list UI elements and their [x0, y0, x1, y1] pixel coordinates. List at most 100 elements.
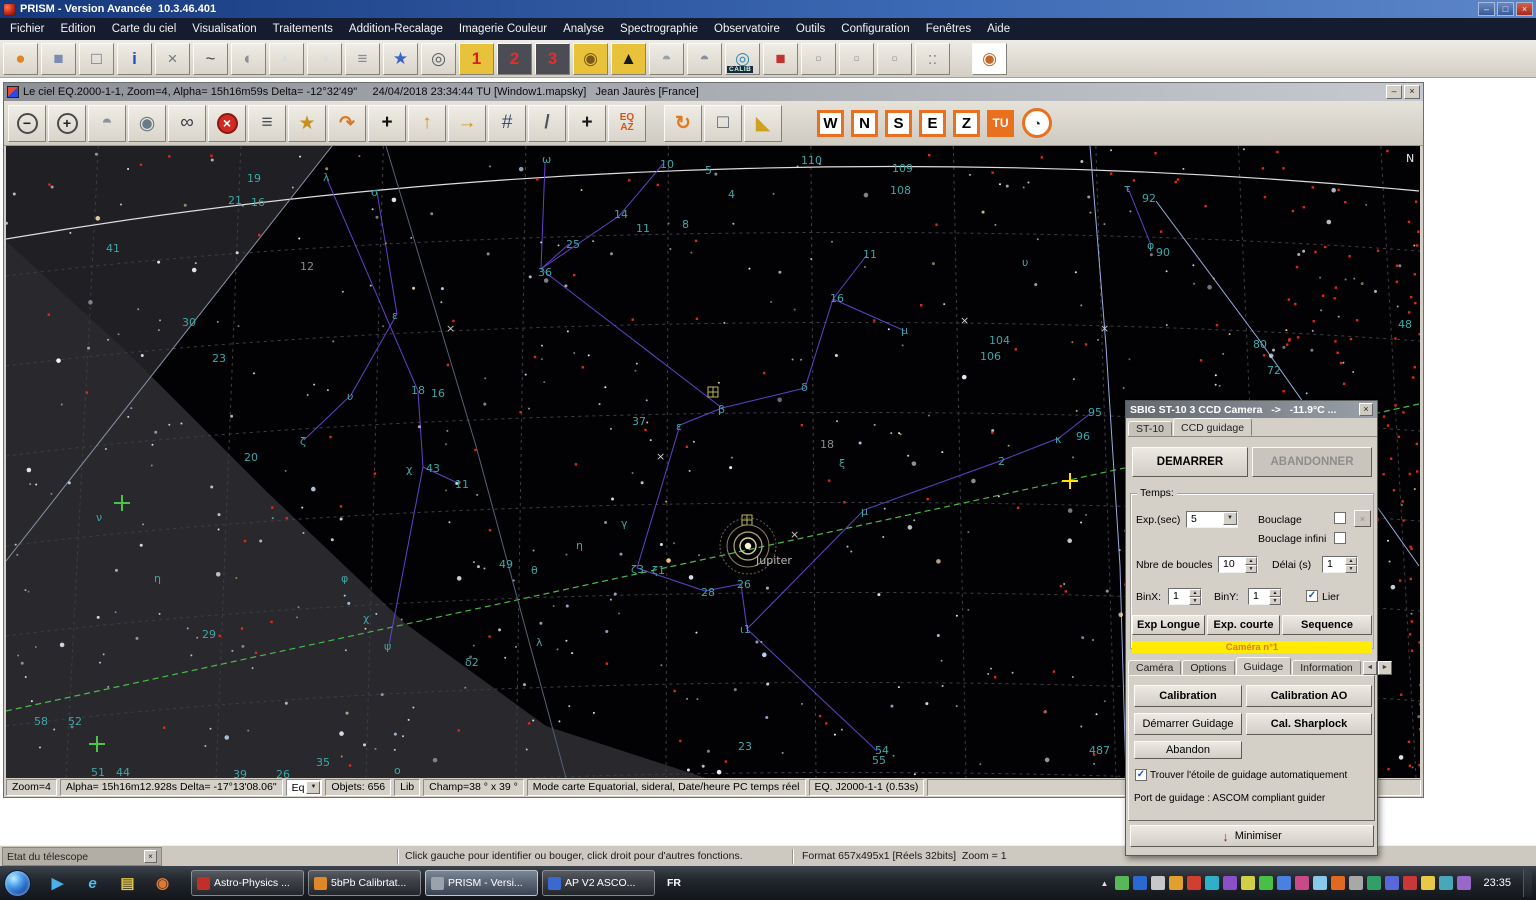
zoom-out-button[interactable]: −: [8, 105, 46, 142]
exposure-select[interactable]: 5 ▼: [1186, 511, 1238, 528]
language-indicator[interactable]: FR: [659, 873, 689, 893]
menu-imagerie-couleur[interactable]: Imagerie Couleur: [451, 18, 555, 40]
zoom-star-button[interactable]: ★: [383, 43, 418, 75]
bouclage-close-button[interactable]: ×: [1354, 510, 1371, 527]
tray-icon[interactable]: [1439, 876, 1453, 890]
menu-aide[interactable]: Aide: [979, 18, 1018, 40]
remove-button[interactable]: ×: [208, 105, 246, 142]
compass-e-button[interactable]: E: [919, 110, 946, 137]
star-pointer-button[interactable]: ★: [288, 105, 326, 142]
center-cross-button[interactable]: +: [368, 105, 406, 142]
delai-spinner[interactable]: 1 ▲▼: [1322, 556, 1358, 573]
red-drive-button[interactable]: ■: [763, 43, 798, 75]
exp-longue-button[interactable]: Exp Longue: [1132, 615, 1205, 635]
time-tu-button[interactable]: TU: [987, 110, 1014, 137]
curves-button[interactable]: ~: [193, 43, 228, 75]
slew-up-button[interactable]: ↑: [408, 105, 446, 142]
browser-launcher[interactable]: ◉: [150, 871, 175, 896]
tray-icon[interactable]: [1223, 876, 1237, 890]
nbre-boucles-spinner[interactable]: 10 ▲▼: [1218, 556, 1258, 573]
copy-display-button[interactable]: □: [79, 43, 114, 75]
calibration-ao-button[interactable]: Calibration AO: [1246, 685, 1372, 707]
camera2-button[interactable]: 2: [497, 43, 532, 75]
set-square-button[interactable]: ◣: [744, 105, 782, 142]
menu-outils[interactable]: Outils: [788, 18, 833, 40]
moon-left-button[interactable]: ◐: [269, 43, 304, 75]
minimize-button[interactable]: –: [1478, 2, 1495, 16]
tray-icon[interactable]: [1205, 876, 1219, 890]
tray-icon[interactable]: [1349, 876, 1363, 890]
save-button[interactable]: ■: [41, 43, 76, 75]
binx-spinner[interactable]: 1 ▲▼: [1168, 588, 1202, 605]
media-player-launcher[interactable]: ▶: [45, 871, 70, 896]
minimiser-button[interactable]: ↓ Minimiser: [1130, 825, 1374, 847]
telescope-state-tab[interactable]: Etat du télescope ×: [2, 847, 162, 866]
refresh-button[interactable]: ↻: [664, 105, 702, 142]
pan-hand-button[interactable]: ●: [3, 43, 38, 75]
internet-explorer-launcher[interactable]: e: [80, 871, 105, 896]
compass-s-button[interactable]: S: [885, 110, 912, 137]
demarrer-button[interactable]: DEMARRER: [1132, 447, 1248, 477]
menu-fichier[interactable]: Fichier: [2, 18, 53, 40]
spin-up-icon[interactable]: ▲: [1189, 589, 1201, 597]
spin-down-icon[interactable]: ▼: [1189, 597, 1201, 605]
tab-information[interactable]: Information: [1292, 660, 1361, 675]
menu-analyse[interactable]: Analyse: [555, 18, 612, 40]
bouclage-infini-checkbox[interactable]: [1334, 532, 1346, 544]
compass-z-button[interactable]: Z: [953, 110, 980, 137]
tray-icon[interactable]: [1115, 876, 1129, 890]
task-5bpb-calibrtat[interactable]: 5bPb Calibrtat...: [308, 870, 421, 896]
menu-visualisation[interactable]: Visualisation: [184, 18, 264, 40]
spin-up-icon[interactable]: ▲: [1345, 557, 1357, 565]
menu-addition-recalage[interactable]: Addition-Recalage: [341, 18, 451, 40]
tray-icon[interactable]: [1133, 876, 1147, 890]
camera1-button[interactable]: 1: [459, 43, 494, 75]
ephemeris-button[interactable]: #: [488, 105, 526, 142]
spinner-arrows[interactable]: ▲▼: [1189, 589, 1201, 604]
start-button[interactable]: [4, 870, 31, 897]
spare-b-button[interactable]: ▫: [839, 43, 874, 75]
map-close-button[interactable]: ×: [1404, 85, 1420, 99]
compass-n-button[interactable]: N: [851, 110, 878, 137]
mask-circle-button[interactable]: ◐: [231, 43, 266, 75]
tab-guidage[interactable]: Guidage: [1236, 657, 1292, 675]
biny-spinner[interactable]: 1 ▲▼: [1248, 588, 1282, 605]
tab-st-10[interactable]: ST-10: [1128, 421, 1172, 436]
camera3-button[interactable]: 3: [535, 43, 570, 75]
abandonner-button[interactable]: ABANDONNER: [1252, 447, 1372, 477]
tray-icon[interactable]: [1295, 876, 1309, 890]
menu-fen-tres[interactable]: Fenêtres: [918, 18, 979, 40]
map-window-titlebar[interactable]: Le ciel EQ.2000-1-1, Zoom=4, Alpha= 15h1…: [4, 83, 1423, 101]
spinner-arrows[interactable]: ▲▼: [1345, 557, 1357, 572]
tray-icon[interactable]: [1367, 876, 1381, 890]
lier-checkbox[interactable]: ✓: [1306, 590, 1318, 602]
tray-icon[interactable]: [1187, 876, 1201, 890]
spin-down-icon[interactable]: ▼: [1245, 565, 1257, 573]
dome-b-button[interactable]: ◓: [687, 43, 722, 75]
zoom-in-button[interactable]: +: [48, 105, 86, 142]
map-minimize-button[interactable]: –: [1386, 85, 1402, 99]
tab-scroll-left-button[interactable]: ◄: [1363, 661, 1377, 675]
planet-button[interactable]: ◉: [972, 43, 1007, 75]
rotate-field-button[interactable]: ↷: [328, 105, 366, 142]
task-ap-v2-asco[interactable]: AP V2 ASCO...: [542, 870, 655, 896]
autofind-checkbox[interactable]: ✓: [1135, 769, 1147, 781]
spin-up-icon[interactable]: ▲: [1269, 589, 1281, 597]
spinner-arrows[interactable]: ▲▼: [1269, 589, 1281, 604]
tab-cam-ra[interactable]: Caméra: [1128, 660, 1181, 675]
task-prism-versi[interactable]: PRISM - Versi...: [425, 870, 538, 896]
tray-icon[interactable]: [1385, 876, 1399, 890]
tab-ccd-guidage[interactable]: CCD guidage: [1173, 418, 1252, 436]
dome-view-button[interactable]: ◓: [88, 105, 126, 142]
tray-icon[interactable]: [1403, 876, 1417, 890]
moon-right-button[interactable]: ◑: [307, 43, 342, 75]
tray-icon[interactable]: [1241, 876, 1255, 890]
spin-down-icon[interactable]: ▼: [1269, 597, 1281, 605]
ccd-panel-titlebar[interactable]: SBIG ST-10 3 CCD Camera -> -11.9°C ... ×: [1126, 401, 1377, 418]
tab-options[interactable]: Options: [1182, 660, 1234, 675]
tray-icon[interactable]: [1313, 876, 1327, 890]
menu-carte-du-ciel[interactable]: Carte du ciel: [104, 18, 185, 40]
tools-button[interactable]: ×: [155, 43, 190, 75]
coordinate-system-select[interactable]: Eq ▼: [286, 779, 323, 796]
cd-button[interactable]: ◎: [421, 43, 456, 75]
